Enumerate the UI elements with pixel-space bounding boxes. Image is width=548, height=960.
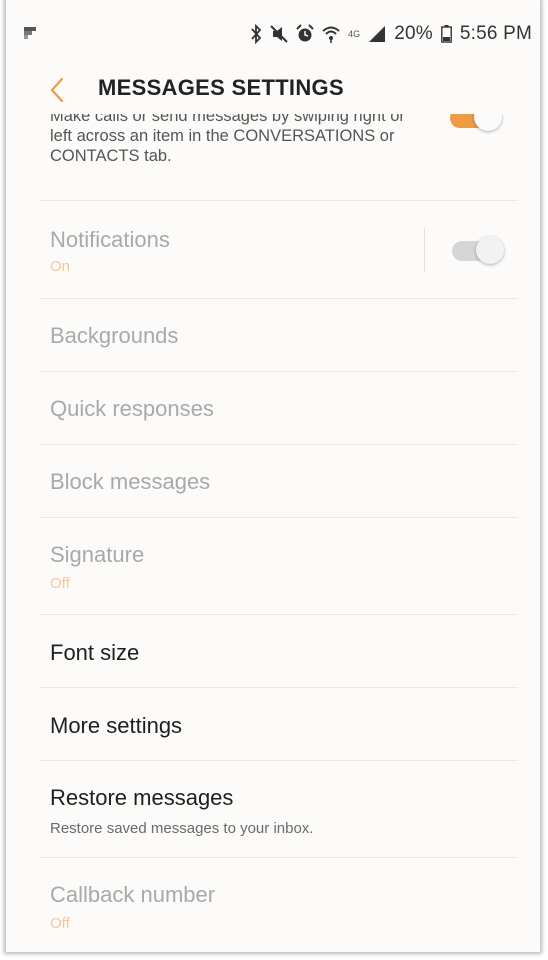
page-title: MESSAGES SETTINGS — [98, 75, 344, 100]
font-size-item[interactable]: Font size — [6, 615, 540, 687]
backgrounds-title: Backgrounds — [50, 323, 179, 348]
restore-messages-title: Restore messages — [50, 785, 234, 810]
callback-number-status: Off — [50, 915, 70, 932]
more-settings-title: More settings — [50, 713, 183, 738]
restore-messages-description: Restore saved messages to your inbox. — [50, 820, 314, 837]
callback-number-title: Callback number — [50, 882, 216, 907]
quick-responses-title: Quick responses — [50, 396, 214, 421]
more-settings-item[interactable]: More settings — [6, 688, 540, 760]
battery-percent: 20% — [394, 23, 433, 44]
callback-number-item[interactable]: Callback number Off — [6, 858, 540, 952]
chevron-left-icon — [50, 77, 64, 103]
signature-status: Off — [50, 575, 70, 592]
block-messages-title: Block messages — [50, 469, 211, 494]
mute-icon — [270, 25, 288, 43]
notifications-status: On — [50, 258, 71, 275]
clock: 5:56 PM — [459, 23, 532, 44]
notifications-toggle[interactable] — [450, 235, 506, 265]
back-button[interactable] — [42, 74, 72, 106]
flipboard-icon — [24, 27, 36, 39]
quick-responses-item[interactable]: Quick responses — [6, 372, 540, 444]
toggle-knob — [474, 114, 502, 131]
notifications-item[interactable]: Notifications On — [6, 201, 540, 298]
network-type-label: 4G — [348, 29, 361, 39]
battery-icon — [440, 25, 452, 43]
status-icons: 4G 20% 5:56 PM — [250, 22, 532, 46]
wifi-icon — [322, 26, 340, 43]
phone-screen: 4G 20% 5:56 PM MESSAGES SETTINGS Make ca… — [6, 0, 540, 952]
notifications-title: Notifications — [50, 227, 170, 252]
bluetooth-icon — [251, 24, 262, 44]
swipe-actions-description: Make calls or send messages by swiping r… — [50, 114, 405, 165]
swipe-actions-toggle[interactable] — [448, 114, 504, 132]
swipe-actions-item[interactable]: Make calls or send messages by swiping r… — [6, 114, 540, 200]
status-bar: 4G 20% 5:56 PM — [6, 0, 540, 66]
alarm-icon — [296, 24, 314, 42]
block-messages-item[interactable]: Block messages — [6, 445, 540, 517]
backgrounds-item[interactable]: Backgrounds — [6, 299, 540, 371]
toggle-knob — [476, 236, 504, 264]
signature-item[interactable]: Signature Off — [6, 518, 540, 614]
vertical-separator — [424, 228, 425, 272]
signal-icon — [369, 26, 386, 42]
signature-title: Signature — [50, 542, 145, 567]
font-size-title: Font size — [50, 640, 140, 665]
restore-messages-item[interactable]: Restore messages Restore saved messages … — [6, 761, 540, 857]
app-bar: MESSAGES SETTINGS — [6, 66, 540, 114]
